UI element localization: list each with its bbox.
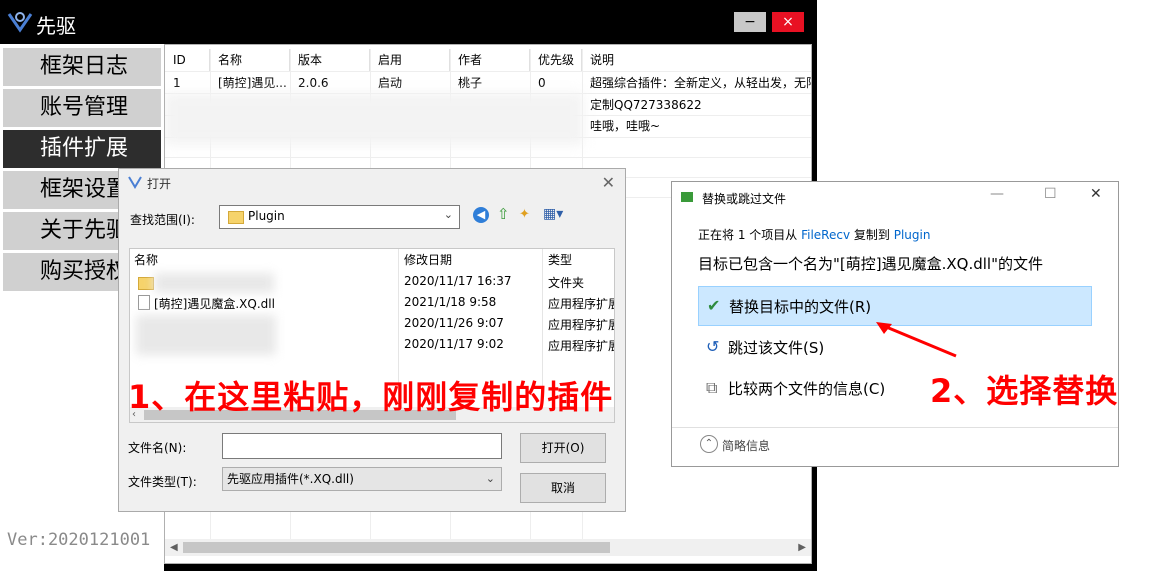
skip-option-label: 跳过该文件(S) xyxy=(728,339,825,357)
file-type: 应用程序扩展 xyxy=(548,339,615,353)
sidebar-item-account[interactable]: 账号管理 xyxy=(3,89,161,127)
destination-link[interactable]: Plugin xyxy=(894,228,931,242)
copy-icon xyxy=(681,192,693,202)
minimize-button[interactable]: − xyxy=(734,12,766,32)
table-cell-priority[interactable]: 0 xyxy=(530,73,582,94)
skip-icon: ↺ xyxy=(706,337,720,356)
chevron-down-icon: ⌄ xyxy=(443,208,453,221)
open-file-dialog: 打开 ✕ 查找范围(I): Plugin ⌄ ◀ ⇧ ✦ ▦▾ 名称 修改日期 … xyxy=(118,168,626,512)
table-cell-description-line: 哇哦，哇哦~ xyxy=(590,119,661,133)
blurred-region xyxy=(165,93,583,145)
view-menu-icon[interactable]: ▦▾ xyxy=(543,206,563,222)
file-name[interactable]: [萌控]遇见魔盒.XQ.dll xyxy=(154,295,275,312)
annotation-arrow-icon xyxy=(876,322,957,358)
annotation-step1: 1、在这里粘贴，刚刚复制的插件 xyxy=(128,378,614,416)
file-type: 应用程序扩展 xyxy=(548,297,615,311)
copy-info-prefix: 正在将 1 个项目从 xyxy=(698,228,802,242)
up-folder-icon[interactable]: ⇧ xyxy=(497,205,510,223)
new-folder-icon[interactable]: ✦ xyxy=(519,207,530,222)
folder-icon xyxy=(138,277,154,290)
version-label: Ver:2020121001 xyxy=(7,530,151,550)
column-header-description[interactable]: 说明 xyxy=(582,49,811,71)
scroll-left-icon[interactable]: ◀ xyxy=(170,539,178,556)
lookin-value: Plugin xyxy=(248,209,285,223)
file-column-name[interactable]: 名称 xyxy=(134,251,158,268)
close-button[interactable]: × xyxy=(772,12,804,32)
column-header-enabled[interactable]: 启用 xyxy=(370,49,450,71)
filetype-label: 文件类型(T): xyxy=(128,475,197,489)
file-column-date[interactable]: 修改日期 xyxy=(404,251,452,268)
app-title: 先驱 xyxy=(36,14,76,38)
column-header-author[interactable]: 作者 xyxy=(450,49,530,71)
cancel-button[interactable]: 取消 xyxy=(520,473,606,503)
conflict-message: 目标已包含一个名为"[萌控]遇见魔盒.XQ.dll"的文件 xyxy=(698,255,1043,273)
scroll-right-icon[interactable]: ▶ xyxy=(798,539,806,556)
blurred-filename xyxy=(136,315,276,355)
minimize-icon[interactable]: — xyxy=(990,186,1004,202)
file-date: 2020/11/17 16:37 xyxy=(404,274,512,288)
close-icon[interactable]: ✕ xyxy=(602,173,615,192)
filetype-value: 先驱应用插件(*.XQ.dll) xyxy=(227,472,354,486)
column-header-name[interactable]: 名称 xyxy=(210,49,290,71)
horizontal-scrollbar[interactable]: ◀ ▶ xyxy=(165,539,811,556)
table-cell-enabled[interactable]: 启动 xyxy=(370,73,450,94)
chevron-up-icon[interactable]: ⌃ xyxy=(700,435,718,453)
table-cell-version[interactable]: 2.0.6 xyxy=(290,73,370,94)
sidebar-item-framework-log[interactable]: 框架日志 xyxy=(3,48,161,86)
scrollbar-thumb[interactable] xyxy=(183,542,610,553)
annotation-step2: 2、选择替换 xyxy=(930,372,1119,410)
lookin-label: 查找范围(I): xyxy=(130,213,195,227)
column-header-version[interactable]: 版本 xyxy=(290,49,370,71)
table-cell-description-line: 定制QQ727338622 xyxy=(590,98,702,112)
filetype-select[interactable]: 先驱应用插件(*.XQ.dll) ⌄ xyxy=(222,467,502,491)
blurred-filename xyxy=(154,273,274,293)
table-cell-name[interactable]: [萌控]遇见... xyxy=(210,73,290,94)
column-header-priority[interactable]: 优先级 xyxy=(530,49,582,71)
compare-icon: ⧉ xyxy=(706,378,718,397)
file-date: 2021/1/18 9:58 xyxy=(404,295,497,309)
replace-option-label: 替换目标中的文件(R) xyxy=(729,298,872,316)
dialog-title: 替换或跳过文件 xyxy=(702,192,787,206)
filename-label: 文件名(N): xyxy=(128,441,187,455)
checkmark-icon: ✔ xyxy=(707,296,721,315)
app-logo-icon xyxy=(7,12,33,33)
maximize-icon[interactable]: ☐ xyxy=(1044,186,1057,202)
table-cell-id[interactable]: 1 xyxy=(165,73,210,94)
table-cell-description[interactable]: 超强综合插件：全新定义，从轻出发，无限 xyxy=(582,73,811,94)
back-icon[interactable]: ◀ xyxy=(473,207,489,223)
title-bar: 先驱 − × xyxy=(0,0,817,44)
dialog-logo-icon xyxy=(128,176,142,189)
dialog-title: 打开 xyxy=(147,177,172,191)
column-header-id[interactable]: ID xyxy=(165,49,210,71)
filename-input[interactable] xyxy=(222,433,502,459)
footer-divider xyxy=(672,427,1118,428)
table-cell-author[interactable]: 桃子 xyxy=(450,73,530,94)
less-info-button[interactable]: 简略信息 xyxy=(722,437,770,454)
file-date: 2020/11/26 9:07 xyxy=(404,316,504,330)
folder-icon xyxy=(228,211,244,224)
compare-option-label: 比较两个文件的信息(C) xyxy=(728,380,886,398)
file-column-type[interactable]: 类型 xyxy=(548,251,572,268)
copy-info-middle: 复制到 xyxy=(850,228,894,242)
file-type: 文件夹 xyxy=(548,276,585,290)
dll-file-icon xyxy=(138,295,150,310)
source-link[interactable]: FileRecv xyxy=(801,228,850,242)
open-button[interactable]: 打开(O) xyxy=(520,433,606,463)
file-type: 应用程序扩展 xyxy=(548,318,615,332)
file-date: 2020/11/17 9:02 xyxy=(404,337,504,351)
close-icon[interactable]: ✕ xyxy=(1090,186,1102,202)
chevron-down-icon: ⌄ xyxy=(485,472,495,485)
sidebar-item-plugins[interactable]: 插件扩展 xyxy=(3,130,161,168)
copy-info: 正在将 1 个项目从 FileRecv 复制到 Plugin xyxy=(698,226,930,243)
lookin-select[interactable]: Plugin ⌄ xyxy=(219,205,460,229)
